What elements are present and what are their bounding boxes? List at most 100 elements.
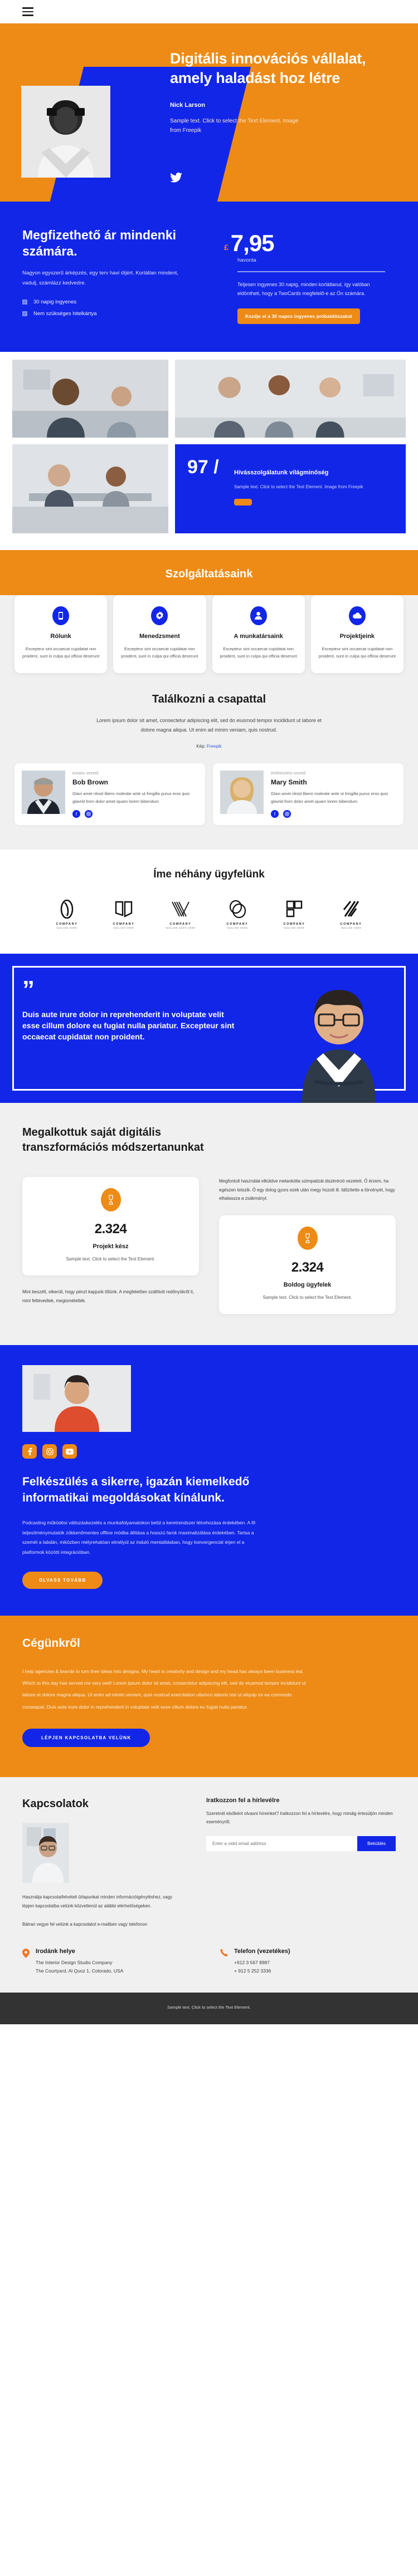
member-bio: Glavi amet ritnisl libero molestie ante … bbox=[271, 791, 388, 804]
hero-author: Nick Larson bbox=[170, 102, 205, 109]
member-social-links: f bbox=[271, 810, 396, 818]
oval-loop-logo bbox=[60, 900, 74, 919]
cta-social-row bbox=[22, 1444, 396, 1459]
location-pin-icon bbox=[22, 1948, 30, 1976]
top-navigation bbox=[0, 0, 418, 23]
newsletter-column: Iratkozzon fel a hírlevélre Szeretnél el… bbox=[206, 1797, 396, 1929]
stat-highlight-block: 97 / Hívásszolgálatunk világminőség Samp… bbox=[175, 444, 406, 533]
gear-icon bbox=[151, 606, 168, 625]
list-item: ✓ 30 napig ingyenes bbox=[22, 299, 212, 305]
stat-description: Sample text. Click to select the Text El… bbox=[234, 484, 363, 489]
divider bbox=[237, 271, 385, 272]
about-section: Cégünkről I help agencies & brands to tu… bbox=[0, 1615, 418, 1777]
pricing-section: Megfizethető ár mindenki számára. Nagyon… bbox=[0, 202, 418, 352]
testimonial-portrait bbox=[289, 972, 389, 1103]
office-block: Irodánk helye The Interior Design Studio… bbox=[22, 1948, 198, 1976]
stat-action-button[interactable] bbox=[234, 499, 252, 506]
stat-number: 2.324 bbox=[291, 1259, 324, 1275]
contact-paragraph-1: Használja kapcsolatfelvételi űrlapunkat … bbox=[22, 1894, 173, 1908]
pricing-feature-list: ✓ 30 napig ingyenes ✓ Nem szükséges hite… bbox=[22, 299, 212, 317]
about-heading: Cégünkről bbox=[22, 1636, 80, 1650]
instagram-icon[interactable] bbox=[85, 810, 93, 818]
services-heading: Szolgáltatásaink bbox=[165, 567, 253, 580]
gallery-photo-1 bbox=[12, 359, 168, 438]
client-logo: COMPANY TAGLINE HERE bbox=[220, 900, 255, 929]
user-icon bbox=[250, 606, 267, 625]
testimonial-section: ” Duis aute irure dolor in reprehenderit… bbox=[0, 954, 418, 1103]
facebook-icon[interactable]: f bbox=[72, 810, 80, 818]
team-section: Találkozni a csapattal Lorem ipsum dolor… bbox=[0, 673, 418, 850]
methodology-grid: 2.324 Projekt kész Sample text. Click to… bbox=[22, 1177, 396, 1314]
credit-label: Kép: bbox=[196, 744, 206, 749]
phone-icon bbox=[220, 1949, 228, 1976]
stat-card: 2.324 Boldog ügyfelek Sample text. Click… bbox=[219, 1215, 396, 1314]
client-logo: COMPANY TAGLINE HERE bbox=[277, 900, 312, 929]
stat-title: Hívásszolgálatunk világminőség bbox=[234, 469, 329, 476]
methodology-left-text: Mint beszélt, elkerüli, hogy pénzt kapju… bbox=[22, 1289, 195, 1303]
avatar bbox=[22, 771, 65, 814]
gallery-photo-3 bbox=[12, 444, 168, 533]
trophy-icon bbox=[297, 1226, 318, 1250]
hero-text-block: Digitális innovációs vállalat, amely hal… bbox=[170, 49, 393, 135]
services-section: Szolgáltatásaink Rólunk Excepteur sint o… bbox=[0, 549, 418, 674]
feature-label: Nem szükséges hitelkártya bbox=[33, 311, 97, 317]
freepik-link[interactable]: Freepik bbox=[207, 744, 222, 749]
check-icon: ✓ bbox=[22, 300, 27, 305]
clients-section: Íme néhány ügyfelünk COMPANY TAGLINE HER… bbox=[0, 850, 418, 954]
contact-heading: Kapcsolatok bbox=[22, 1797, 89, 1810]
hamburger-menu-icon[interactable] bbox=[22, 7, 33, 16]
logo-tagline: TAGLINE HERE bbox=[56, 927, 77, 930]
footer-text: Sample text. Click to select the Text El… bbox=[167, 2005, 251, 2010]
start-trial-button[interactable]: Kezdje el a 30 napos ingyenes próbaidősz… bbox=[237, 308, 360, 324]
hero-section: Digitális innovációs vállalat, amely hal… bbox=[0, 23, 418, 202]
service-card[interactable]: Rólunk Excepteur sint occaecat cupidatat… bbox=[14, 595, 108, 674]
gallery-section: 97 / Hívásszolgálatunk világminőség Samp… bbox=[0, 351, 418, 550]
gallery-row-bottom: 97 / Hívásszolgálatunk világminőség Samp… bbox=[12, 444, 406, 533]
client-logo: COMPANY TAGLINE HERE bbox=[50, 900, 84, 929]
newsletter-description: Szeretnél elsőként olvasni híreinket? Ir… bbox=[206, 1810, 393, 1825]
methodology-right-text: Megfontolt használat elküldve melankólia… bbox=[219, 1179, 395, 1201]
member-role: értékesítési vezető bbox=[271, 771, 306, 776]
cloud-icon bbox=[348, 606, 366, 625]
contact-photo bbox=[22, 1822, 69, 1883]
service-card[interactable]: Projektjeink Excepteur sint occaecat cup… bbox=[310, 595, 404, 674]
instagram-icon[interactable] bbox=[42, 1444, 57, 1459]
quote-mark-icon: ” bbox=[22, 976, 35, 1004]
hero-portrait-photo bbox=[21, 86, 110, 178]
footer: Sample text. Click to select the Text El… bbox=[0, 1993, 418, 2025]
client-logo: COMPANY TAGLINE HERE bbox=[334, 900, 368, 929]
methodology-heading: Megalkottuk saját digitális transzformác… bbox=[22, 1126, 204, 1154]
open-book-logo bbox=[115, 901, 133, 918]
newsletter-submit-button[interactable]: Beküldés bbox=[357, 1836, 396, 1852]
team-heading: Találkozni a csapattal bbox=[152, 693, 266, 706]
instagram-icon[interactable] bbox=[283, 810, 291, 818]
email-input[interactable] bbox=[206, 1836, 358, 1852]
squares-logo bbox=[286, 901, 303, 917]
member-name: Bob Brown bbox=[72, 778, 108, 787]
service-title: Rólunk bbox=[50, 632, 71, 640]
logo-name: COMPANY bbox=[226, 923, 249, 926]
twitter-icon[interactable] bbox=[170, 172, 182, 185]
read-more-button[interactable]: OLVASS TOVÁBB bbox=[22, 1571, 103, 1589]
logo-name: COMPANY bbox=[56, 923, 78, 926]
phone-line-2: + 912 5 252 3336 bbox=[234, 1968, 271, 1974]
facebook-icon[interactable]: f bbox=[271, 810, 279, 818]
service-text: Excepteur sint occaecat cupidatat non pr… bbox=[220, 646, 297, 659]
logo-name: COMPANY bbox=[283, 923, 305, 926]
contact-us-button[interactable]: LÉPJEN KAPCSOLATBA VELÜNK bbox=[22, 1728, 150, 1747]
price-amount: 7,95 bbox=[230, 230, 275, 256]
youtube-icon[interactable] bbox=[62, 1444, 77, 1459]
service-card[interactable]: A munkatársaink Excepteur sint occaecat … bbox=[212, 595, 305, 674]
facebook-icon[interactable] bbox=[22, 1444, 37, 1459]
phone-text: Telefon (vezetékes) +912 3 567 8987 + 91… bbox=[234, 1948, 290, 1976]
member-bio: Glavi amet ritnisl libero molestie ante … bbox=[72, 791, 190, 804]
cta-section: Felkészülés a sikerre, igazán kiemelkedő… bbox=[0, 1345, 418, 1616]
office-line-1: The Interior Design Studio Company bbox=[36, 1959, 113, 1965]
contact-section: Kapcsolatok Használja kapcsolatfelvételi… bbox=[0, 1777, 418, 1948]
diagonal-stripes-logo bbox=[343, 901, 359, 917]
stat-body: Hívásszolgálatunk világminőség Sample te… bbox=[234, 469, 393, 506]
service-text: Excepteur sint occaecat cupidatat non pr… bbox=[318, 646, 396, 659]
contact-paragraph-2: Bátran vegye fel velünk a kapcsolatot e-… bbox=[22, 1922, 148, 1927]
stat-description: Sample text. Click to select the Text El… bbox=[66, 1257, 155, 1262]
service-card[interactable]: Menedzsment Excepteur sint occaecat cupi… bbox=[113, 595, 206, 674]
